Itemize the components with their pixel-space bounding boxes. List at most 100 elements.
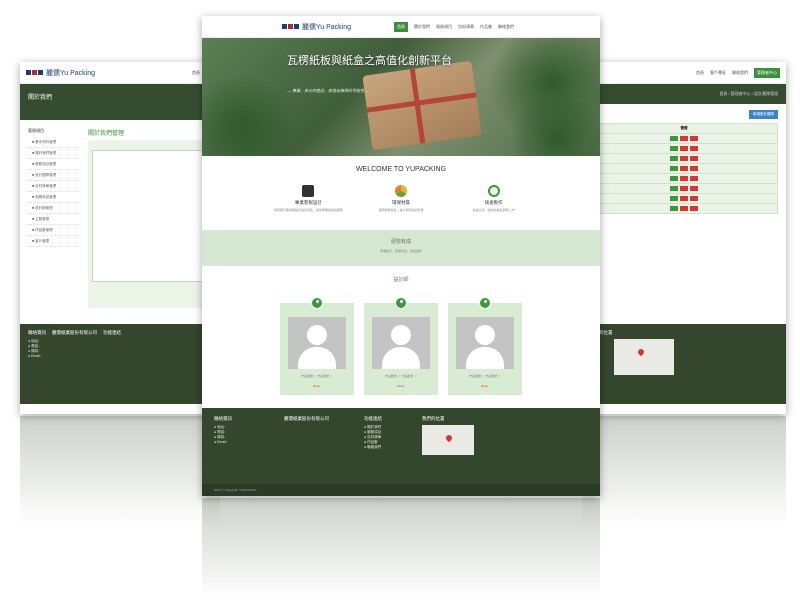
feature-item: 快速製作 快速交貨，讓您的產品即時上市 <box>459 185 529 212</box>
map-pin-icon <box>636 347 646 357</box>
sidebar-item[interactable]: ■ 基本資料管理 <box>28 137 80 148</box>
delete-button[interactable] <box>690 185 698 191</box>
user-icon <box>311 297 323 309</box>
footer-links: 功能連結 <box>103 330 121 398</box>
admin-main: 關於我們管理 <box>88 128 212 308</box>
delete-button[interactable] <box>690 205 698 211</box>
nav-item[interactable]: 包材清單 <box>458 24 474 30</box>
designer-card[interactable]: 作品數量 ☆ 作品數量 ☆ Enter <box>364 297 438 395</box>
admin-design-team-screen: 首頁 客戶專區 聯絡我們 管理者中心 首頁 / 管理者中心 / 設計團隊管理 新… <box>582 62 786 414</box>
map-thumbnail[interactable] <box>422 425 474 455</box>
sidebar-item[interactable]: ■ 關於我們管理 <box>28 148 80 159</box>
footer-line: ● Email： <box>214 440 230 444</box>
sidebar-item[interactable]: ■ 主題管理 <box>28 214 80 225</box>
logo-text: 麗儒Yu Packing <box>46 69 96 77</box>
designer-card[interactable]: 作品數量 ☆ 作品數量 ☆ Enter <box>448 297 522 395</box>
avatar <box>372 317 430 369</box>
logo[interactable]: 麗儒Yu Packing <box>282 22 351 32</box>
sidebar-item[interactable]: ■ 客戶管理 <box>28 236 80 247</box>
sidebar-item[interactable]: ■ 設計師管理 <box>28 203 80 214</box>
delete-button[interactable] <box>680 205 688 211</box>
delete-button[interactable] <box>680 155 688 161</box>
nav-item[interactable]: 聯絡我們 <box>498 24 514 30</box>
sidebar-item[interactable]: ■ 設計團隊管理 <box>28 170 80 181</box>
delete-button[interactable] <box>680 195 688 201</box>
edit-button[interactable] <box>670 195 678 201</box>
delete-button[interactable] <box>680 185 688 191</box>
footer-line: ● Email： <box>28 354 44 358</box>
sidebar-item[interactable]: ■ 相關商品管理 <box>28 192 80 203</box>
nav-item[interactable]: 作品集 <box>480 24 492 30</box>
delete-button[interactable] <box>690 165 698 171</box>
footer-heading: 功能連結 <box>364 416 382 421</box>
nav-item-home[interactable]: 首頁 <box>394 21 408 32</box>
homepage-screen: 麗儒Yu Packing 首頁 關於我們 服務項目 包材清單 作品集 聯絡我們 … <box>202 16 600 496</box>
designer-meta: 作品數量 ☆ 作品數量 ☆ <box>469 374 501 378</box>
nav-item[interactable]: 關於我們 <box>414 24 430 30</box>
hero-title: 瓦楞紙板與紙盒之高值化創新平台 <box>287 54 452 67</box>
delete-button[interactable] <box>680 145 688 151</box>
delete-button[interactable] <box>690 135 698 141</box>
enter-link[interactable]: Enter <box>456 384 514 388</box>
footer-links: 功能連結 ● 關於我們 ● 服務項目 ● 包材清單 ● 作品集 ● 聯絡我們 <box>364 416 412 476</box>
sidebar-item[interactable]: ■ 作品集管理 <box>28 225 80 236</box>
hero-banner: 瓦楞紙板與紙盒之高值化創新平台 — 專業、多元的產品、創造出無限的可能性 — <box>202 38 600 156</box>
enter-link[interactable]: Enter <box>288 384 346 388</box>
edit-button[interactable] <box>670 175 678 181</box>
table-row <box>590 163 778 174</box>
welcome-title: WELCOME TO YUPACKING <box>355 166 447 173</box>
footer-link[interactable]: ● 聯絡我們 <box>364 445 412 450</box>
designer-meta: 作品數量 ☆ 作品數量 ☆ <box>385 374 417 378</box>
delete-button[interactable] <box>690 175 698 181</box>
delete-button[interactable] <box>690 195 698 201</box>
top-nav: 麗儒Yu Packing 首頁 關於我們 服務項目 包材清單 作品集 聯絡我們 <box>202 16 600 38</box>
logo[interactable]: 麗儒Yu Packing <box>26 68 95 78</box>
sidebar-item[interactable]: ■ 包材清單管理 <box>28 181 80 192</box>
table-row <box>590 183 778 194</box>
top-nav: 首頁 客戶專區 聯絡我們 管理者中心 <box>582 62 786 84</box>
sidebar-item[interactable]: ■ 服務項目管理 <box>28 159 80 170</box>
table-header: 管理 <box>590 123 778 134</box>
map-thumbnail[interactable] <box>614 339 674 375</box>
footer: 聯絡資訊 ● 地址： ● 電話： ● 傳真： ● Email： 麗儒紙業股份有限… <box>20 324 220 404</box>
edit-button[interactable] <box>670 165 678 171</box>
admin-about-screen: 麗儒Yu Packing 首頁 關於 關於我們 管理項目 ■ 基本資料管理 ■ … <box>20 62 220 414</box>
edit-button[interactable] <box>670 205 678 211</box>
edit-button[interactable] <box>670 185 678 191</box>
edit-button[interactable] <box>670 145 678 151</box>
nav-item[interactable]: 聯絡我們 <box>732 70 748 76</box>
enter-link[interactable]: Enter <box>372 384 430 388</box>
nav-item[interactable]: 首頁 <box>696 70 704 76</box>
nav-item[interactable]: 服務項目 <box>436 24 452 30</box>
designer-card[interactable]: 作品數量 ☆ 作品數量 ☆ Enter <box>280 297 354 395</box>
delete-button[interactable] <box>680 135 688 141</box>
feature-item: 環保材質 使用環保材質，減少對環境的影響 <box>366 185 436 212</box>
delete-button[interactable] <box>690 145 698 151</box>
gift-box-image <box>362 60 482 151</box>
sidebar-title: 管理項目 <box>28 128 44 133</box>
nav-item-admin[interactable]: 管理者中心 <box>754 67 780 78</box>
band-subtitle: 專業設計、環保材質、快速製作 <box>379 249 422 253</box>
delete-button[interactable] <box>680 165 688 171</box>
feature-title: 專業客製設計 <box>294 200 322 205</box>
footer-heading: 麗儒紙業股份有限公司 <box>52 330 97 335</box>
nav-item[interactable]: 客戶專區 <box>710 70 726 76</box>
admin-body: 管理項目 ■ 基本資料管理 ■ 關於我們管理 ■ 服務項目管理 ■ 設計團隊管理… <box>20 120 220 316</box>
footer-heading: 聯絡資訊 <box>214 416 232 421</box>
edit-button[interactable] <box>670 155 678 161</box>
nav-item-home[interactable]: 首頁 <box>192 70 200 76</box>
delete-button[interactable] <box>680 175 688 181</box>
rich-text-editor[interactable] <box>88 140 212 308</box>
delete-button[interactable] <box>690 155 698 161</box>
admin-sidebar: 管理項目 ■ 基本資料管理 ■ 關於我們管理 ■ 服務項目管理 ■ 設計團隊管理… <box>28 128 80 308</box>
hero-subtitle: — 專業、多元的產品、創造出無限的可能性 — <box>287 88 370 93</box>
designer-cards: 作品數量 ☆ 作品數量 ☆ Enter 作品數量 ☆ 作品數量 ☆ Enter … <box>202 297 600 395</box>
add-design-team-button[interactable]: 新增設計團隊 <box>749 110 778 119</box>
editor-content[interactable] <box>92 150 208 282</box>
center-reflection <box>202 498 600 598</box>
edit-button[interactable] <box>670 135 678 141</box>
table-row <box>590 133 778 144</box>
map-pin-icon <box>444 433 454 443</box>
nav-menu: 首頁 客戶專區 聯絡我們 管理者中心 <box>696 67 780 78</box>
feature-item: 專業客製設計 依照客戶需求客製化設計包裝，提供專業建議與服務 <box>273 185 343 212</box>
